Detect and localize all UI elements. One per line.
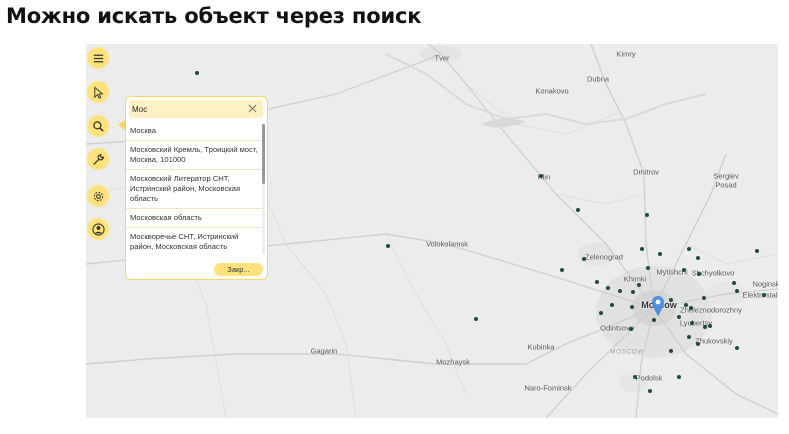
place-zelenograd: Zelenograd bbox=[585, 252, 623, 262]
map-toolbar bbox=[86, 44, 110, 244]
map-marker[interactable] bbox=[386, 244, 390, 248]
map-marker[interactable] bbox=[735, 346, 739, 350]
map-marker[interactable] bbox=[669, 298, 673, 302]
gear-icon bbox=[93, 191, 103, 201]
place-gagarin: Gagarin bbox=[310, 346, 338, 356]
profile-button[interactable] bbox=[87, 218, 109, 240]
results-scrollbar[interactable] bbox=[262, 124, 265, 254]
map-marker[interactable] bbox=[690, 321, 694, 325]
page-heading: Можно искать объект через поиск bbox=[6, 4, 422, 28]
map-marker[interactable] bbox=[618, 289, 622, 293]
search-button[interactable] bbox=[87, 115, 109, 137]
search-result-item[interactable]: Московская область bbox=[126, 209, 262, 228]
close-button[interactable]: Закр... bbox=[214, 263, 263, 276]
map-marker[interactable] bbox=[606, 286, 610, 290]
place-noginsk: Noginsk bbox=[752, 279, 778, 289]
map-marker[interactable] bbox=[732, 281, 736, 285]
select-button[interactable] bbox=[87, 81, 109, 103]
map-marker[interactable] bbox=[696, 342, 700, 346]
clear-search-icon[interactable] bbox=[247, 103, 258, 114]
search-icon bbox=[92, 120, 104, 132]
wrench-icon bbox=[92, 153, 104, 165]
map-marker[interactable] bbox=[703, 325, 707, 329]
place-kubinka: Kubinka bbox=[527, 342, 555, 352]
search-result-item[interactable]: Москва bbox=[126, 122, 262, 141]
map-marker[interactable] bbox=[637, 283, 641, 287]
menu-icon bbox=[93, 54, 103, 62]
map-marker[interactable] bbox=[640, 247, 644, 251]
map-marker[interactable] bbox=[629, 327, 633, 331]
map-marker[interactable] bbox=[755, 249, 759, 253]
user-icon bbox=[91, 222, 105, 236]
map-marker[interactable] bbox=[735, 289, 739, 293]
place-kimry: Kimry bbox=[616, 49, 636, 59]
map-marker[interactable] bbox=[687, 247, 691, 251]
place-zhukovsky: Zhukovskiy bbox=[695, 336, 733, 346]
map-marker[interactable] bbox=[648, 389, 652, 393]
map-marker[interactable] bbox=[610, 303, 614, 307]
search-result-item[interactable]: Московский Литератор СНТ, Истринский рай… bbox=[126, 170, 262, 209]
map-marker[interactable] bbox=[702, 296, 706, 300]
place-sergiev-posad-1: Sergiev bbox=[713, 171, 739, 181]
menu-button[interactable] bbox=[87, 47, 109, 69]
map-marker[interactable] bbox=[595, 280, 599, 284]
search-panel: Москва Московский Кремль, Троицкий мост,… bbox=[125, 96, 268, 280]
map-marker[interactable] bbox=[633, 375, 637, 379]
search-input[interactable] bbox=[132, 102, 242, 116]
map-marker[interactable] bbox=[631, 290, 635, 294]
map-marker[interactable] bbox=[195, 71, 199, 75]
place-elektrostal: Elektrostal bbox=[742, 290, 778, 300]
place-dubna: Dubna bbox=[586, 74, 610, 84]
map-marker[interactable] bbox=[576, 208, 580, 212]
place-moscow-region: MOSCOW bbox=[610, 348, 644, 356]
map-marker[interactable] bbox=[645, 213, 649, 217]
tools-button[interactable] bbox=[87, 148, 109, 170]
map-marker[interactable] bbox=[669, 349, 673, 353]
map-marker[interactable] bbox=[630, 305, 634, 309]
search-result-item[interactable]: Московский Кремль, Троицкий мост, Москва… bbox=[126, 141, 262, 170]
map-marker[interactable] bbox=[646, 266, 650, 270]
map-marker[interactable] bbox=[684, 303, 688, 307]
place-tver: Tver bbox=[434, 53, 450, 63]
map-marker[interactable] bbox=[696, 256, 700, 260]
map-marker[interactable] bbox=[474, 317, 478, 321]
map-marker[interactable] bbox=[599, 311, 603, 315]
map-marker[interactable] bbox=[560, 268, 564, 272]
search-result-item[interactable]: Москворечье СНТ, Истринский район, Моско… bbox=[126, 228, 262, 256]
place-khimki: Khimki bbox=[623, 274, 647, 284]
map-marker[interactable] bbox=[652, 318, 656, 322]
place-naro-fominsk: Naro-Fominsk bbox=[524, 383, 572, 393]
map-marker[interactable] bbox=[762, 293, 766, 297]
map-marker[interactable] bbox=[539, 174, 543, 178]
place-dmitrov: Dmitrov bbox=[633, 167, 659, 177]
place-sergiev-posad-2: Posad bbox=[715, 180, 737, 190]
place-mozhaysk: Mozhaysk bbox=[436, 357, 470, 367]
map-marker[interactable] bbox=[689, 306, 693, 310]
place-podolsk: Podolsk bbox=[635, 373, 663, 383]
map-marker[interactable] bbox=[658, 252, 662, 256]
map-marker[interactable] bbox=[677, 375, 681, 379]
place-konakovo: Konakovo bbox=[535, 86, 569, 96]
search-field bbox=[129, 100, 263, 118]
map-marker[interactable] bbox=[682, 268, 686, 272]
map-marker[interactable] bbox=[687, 335, 691, 339]
location-pin-icon[interactable] bbox=[652, 296, 664, 316]
map-marker[interactable] bbox=[677, 315, 681, 319]
cursor-icon bbox=[93, 85, 104, 99]
search-results-list: Москва Московский Кремль, Троицкий мост,… bbox=[126, 122, 262, 256]
map-marker[interactable] bbox=[708, 324, 712, 328]
settings-button[interactable] bbox=[87, 185, 109, 207]
map-marker[interactable] bbox=[697, 272, 701, 276]
place-volokolamsk: Volokolamsk bbox=[425, 239, 469, 249]
map-marker[interactable] bbox=[582, 257, 586, 261]
results-scroll-thumb[interactable] bbox=[262, 124, 265, 184]
